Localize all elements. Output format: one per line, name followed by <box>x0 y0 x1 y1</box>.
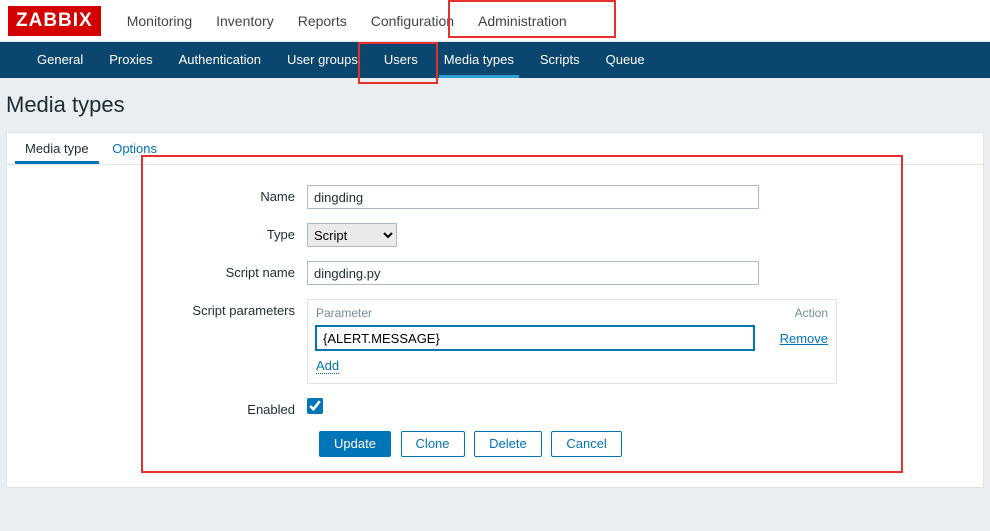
nav-inventory[interactable]: Inventory <box>204 1 286 41</box>
enabled-checkbox[interactable] <box>307 398 323 414</box>
subnav-authentication[interactable]: Authentication <box>166 42 274 78</box>
label-name: Name <box>27 185 307 204</box>
nav-reports[interactable]: Reports <box>286 1 359 41</box>
subnav-scripts[interactable]: Scripts <box>527 42 593 78</box>
label-script-name: Script name <box>27 261 307 280</box>
param-remove-link[interactable]: Remove <box>780 331 828 346</box>
sub-nav: General Proxies Authentication User grou… <box>0 42 990 78</box>
delete-button[interactable]: Delete <box>474 431 542 457</box>
subnav-queue[interactable]: Queue <box>593 42 658 78</box>
label-enabled: Enabled <box>27 398 307 417</box>
script-name-input[interactable] <box>307 261 759 285</box>
subnav-media-types[interactable]: Media types <box>431 42 527 78</box>
clone-button[interactable]: Clone <box>401 431 465 457</box>
param-col-parameter: Parameter <box>316 306 795 320</box>
logo: ZABBIX <box>8 6 101 36</box>
subnav-users[interactable]: Users <box>371 42 431 78</box>
nav-monitoring[interactable]: Monitoring <box>115 1 204 41</box>
param-col-action: Action <box>795 306 828 320</box>
nav-configuration[interactable]: Configuration <box>359 1 466 41</box>
script-parameters-box: Parameter Action Remove Add <box>307 299 837 384</box>
param-row: Remove <box>316 326 828 350</box>
subnav-user-groups[interactable]: User groups <box>274 42 371 78</box>
update-button[interactable]: Update <box>319 431 391 457</box>
panel: Media type Options Name Type Script Scri… <box>6 132 984 488</box>
top-nav: ZABBIX Monitoring Inventory Reports Conf… <box>0 0 990 42</box>
param-add-link[interactable]: Add <box>316 358 339 374</box>
tab-media-type[interactable]: Media type <box>15 133 99 164</box>
tab-options[interactable]: Options <box>102 133 167 164</box>
label-type: Type <box>27 223 307 242</box>
subnav-general[interactable]: General <box>24 42 96 78</box>
page-title: Media types <box>0 78 990 132</box>
cancel-button[interactable]: Cancel <box>551 431 621 457</box>
subnav-proxies[interactable]: Proxies <box>96 42 165 78</box>
label-script-parameters: Script parameters <box>27 299 307 318</box>
button-row: Update Clone Delete Cancel <box>319 431 963 457</box>
param-input-0[interactable] <box>316 326 754 350</box>
form: Name Type Script Script name Script para… <box>7 165 983 487</box>
type-select[interactable]: Script <box>307 223 397 247</box>
nav-administration[interactable]: Administration <box>466 1 579 41</box>
tabs: Media type Options <box>7 133 983 165</box>
name-input[interactable] <box>307 185 759 209</box>
